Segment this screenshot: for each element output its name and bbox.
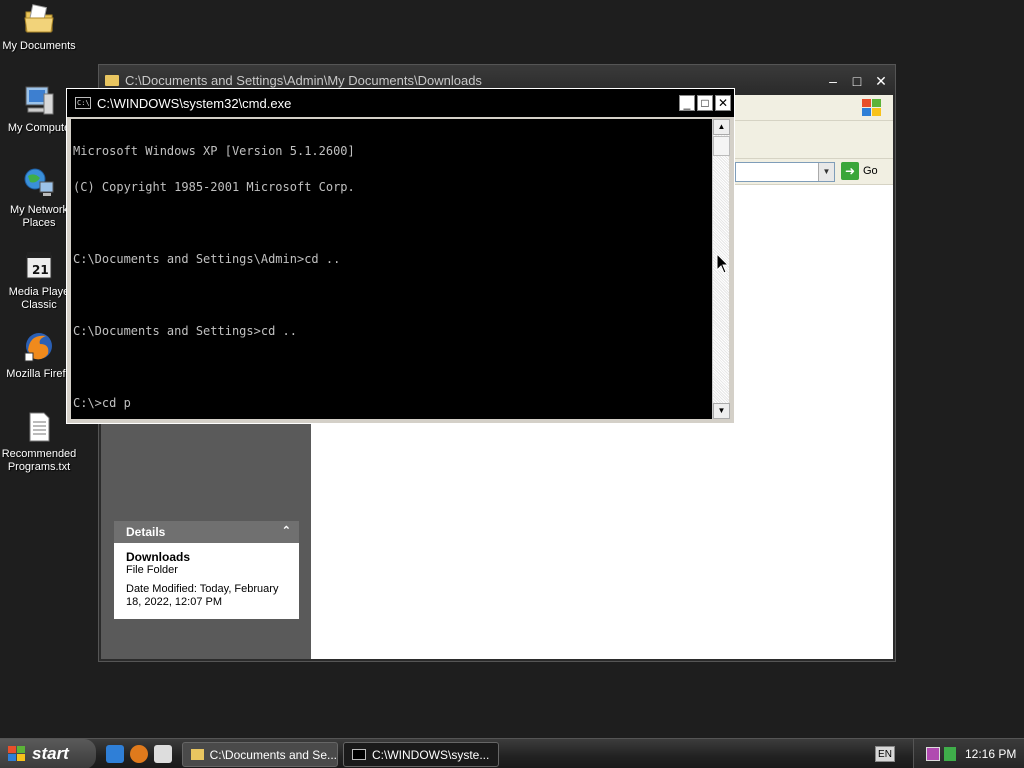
details-panel: Details ⌃ Downloads File Folder Date Mod… (114, 521, 299, 619)
cmd-icon: C:\ (75, 97, 91, 109)
console-line: C:\Documents and Settings>cd .. (73, 324, 297, 338)
firefox-icon (24, 333, 52, 362)
maximize-button[interactable]: □ (697, 95, 713, 111)
chevron-down-icon[interactable]: ▼ (818, 163, 834, 181)
taskbar-item-label: C:\Documents and Se... (209, 747, 337, 762)
clock[interactable]: 12:16 PM (965, 747, 1016, 761)
taskbar-item-label: C:\WINDOWS\syste... (372, 747, 490, 762)
close-button[interactable]: ✕ (715, 95, 731, 111)
firefox-icon[interactable] (130, 745, 148, 763)
collapse-chevron-icon[interactable]: ⌃ (282, 524, 291, 537)
folder-icon (191, 749, 204, 760)
mouse-cursor-icon (716, 253, 730, 274)
details-body: Downloads File Folder Date Modified: Tod… (114, 543, 299, 619)
windows-logo-icon (8, 746, 26, 762)
media-player-icon[interactable] (154, 745, 172, 763)
start-label: start (32, 744, 69, 763)
go-button[interactable]: ➜ Go (841, 162, 878, 180)
scroll-up-button[interactable]: ▲ (713, 119, 730, 135)
network-globe-icon (24, 168, 54, 196)
details-item-name: Downloads (126, 550, 191, 564)
console-output[interactable]: Microsoft Windows XP [Version 5.1.2600] … (71, 119, 712, 419)
cmd-icon (352, 749, 366, 760)
taskbar: start C:\Documents and Se... C:\WINDOWS\… (0, 738, 1024, 768)
desktop-icon-my-documents[interactable]: My Documents (0, 2, 78, 53)
folder-icon (24, 4, 54, 33)
cmd-window[interactable]: C:\ C:\WINDOWS\system32\cmd.exe _ □ ✕ Mi… (66, 88, 735, 424)
console-line: C:\>cd p (73, 396, 131, 410)
windows-logo-icon (861, 98, 881, 116)
desktop-icon-label: My Documents (2, 40, 76, 52)
start-button[interactable]: start (0, 739, 96, 768)
taskbar-item-cmd[interactable]: C:\WINDOWS\syste... (343, 742, 499, 767)
maximize-button[interactable]: □ (847, 72, 867, 90)
cmd-title-bar[interactable]: C:\ C:\WINDOWS\system32\cmd.exe _ □ ✕ (67, 89, 734, 117)
go-label: Go (863, 165, 878, 177)
console-line: Microsoft Windows XP [Version 5.1.2600] (73, 144, 355, 158)
desktop-icon-label: Recommended Programs.txt (1, 448, 77, 473)
close-button[interactable]: ✕ (871, 72, 891, 90)
details-header-label: Details (126, 525, 166, 539)
cmd-title: C:\WINDOWS\system32\cmd.exe (97, 95, 292, 111)
console-line: (C) Copyright 1985-2001 Microsoft Corp. (73, 180, 355, 194)
scroll-down-button[interactable]: ▼ (713, 403, 730, 419)
system-tray: 12:16 PM (913, 739, 1024, 768)
security-tray-icon[interactable] (944, 747, 956, 761)
details-header[interactable]: Details ⌃ (114, 521, 299, 543)
computer-icon (25, 86, 54, 115)
address-input[interactable]: ▼ (735, 162, 835, 182)
media-player-icon: 21 (26, 252, 52, 279)
details-date-modified: Date Modified: Today, February 18, 2022,… (126, 583, 279, 608)
scroll-thumb[interactable] (713, 136, 730, 156)
language-indicator[interactable]: EN (875, 746, 895, 762)
arrow-right-icon: ➜ (841, 162, 859, 180)
network-tray-icon[interactable] (926, 747, 940, 761)
folder-icon (105, 74, 119, 86)
internet-explorer-icon[interactable] (106, 745, 124, 763)
minimize-button[interactable]: _ (679, 95, 695, 111)
svg-text:21: 21 (32, 263, 49, 277)
console-line: C:\Documents and Settings\Admin>cd .. (73, 252, 341, 266)
text-file-icon (29, 412, 50, 442)
explorer-title: C:\Documents and Settings\Admin\My Docum… (125, 72, 482, 88)
taskbar-item-explorer[interactable]: C:\Documents and Se... (182, 742, 338, 767)
minimize-button[interactable]: – (823, 72, 843, 90)
details-item-type: File Folder (126, 564, 178, 576)
